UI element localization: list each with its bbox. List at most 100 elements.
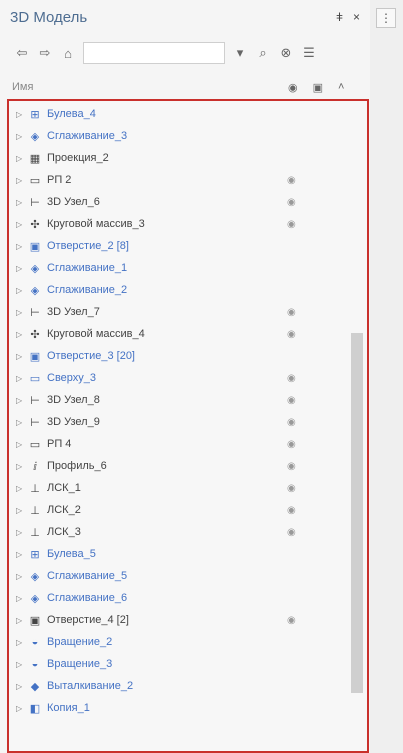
expand-caret-icon[interactable]: ▷ (16, 352, 26, 361)
tree-row[interactable]: ▷ ⊥ ЛСК_3 ◉ (9, 521, 349, 543)
expand-caret-icon[interactable]: ▷ (16, 638, 26, 647)
visibility-eye-icon[interactable]: ◉ (287, 329, 296, 340)
feature-icon: ◈ (30, 262, 40, 275)
tree-row[interactable]: ▷ ✣ Круговой массив_3 ◉ (9, 213, 349, 235)
tree-item-label: Проекция_2 (47, 152, 109, 164)
expand-caret-icon[interactable]: ▷ (16, 594, 26, 603)
tree-item-label: 3D Узел_6 (47, 196, 100, 208)
right-tool-strip: ⋮ (370, 0, 403, 753)
tree-item-label: ЛСК_2 (47, 504, 81, 516)
expand-caret-icon[interactable]: ▷ (16, 132, 26, 141)
tree-row[interactable]: ▷ ◈ Сглаживание_5 (9, 565, 349, 587)
expand-caret-icon[interactable]: ▷ (16, 682, 26, 691)
tree-row[interactable]: ▷ ◒ Вращение_2 (9, 631, 349, 653)
visibility-icon[interactable]: ◉ (288, 81, 298, 94)
expand-caret-icon[interactable]: ▷ (16, 374, 26, 383)
visibility-eye-icon[interactable]: ◉ (287, 527, 296, 538)
tree-row[interactable]: ▷ ◈ Сглаживание_2 (9, 279, 349, 301)
tree-row[interactable]: ▷ ⅈ Профиль_6 ◉ (9, 455, 349, 477)
visibility-eye-icon[interactable]: ◉ (287, 373, 296, 384)
visibility-eye-icon[interactable]: ◉ (287, 439, 296, 450)
visibility-eye-icon[interactable]: ◉ (287, 197, 296, 208)
feature-icon: ◈ (30, 284, 40, 297)
expand-caret-icon[interactable]: ▷ (16, 264, 26, 273)
tree-row[interactable]: ▷ ⊢ 3D Узел_6 ◉ (9, 191, 349, 213)
tree-row[interactable]: ▷ ▭ Сверху_3 ◉ (9, 367, 349, 389)
tree-row[interactable]: ▷ ✣ Круговой массив_4 ◉ (9, 323, 349, 345)
visibility-eye-icon[interactable]: ◉ (287, 417, 296, 428)
expand-caret-icon[interactable]: ▷ (16, 462, 26, 471)
expand-caret-icon[interactable]: ▷ (16, 418, 26, 427)
visibility-eye-icon[interactable]: ◉ (287, 505, 296, 516)
visibility-eye-icon[interactable]: ◉ (287, 219, 296, 230)
visibility-eye-icon[interactable]: ◉ (287, 175, 296, 186)
pin-button[interactable]: ǂ (336, 10, 343, 24)
visibility-eye-icon[interactable]: ◉ (287, 615, 296, 626)
tool-strip-icon[interactable]: ⋮ (376, 8, 396, 28)
close-button[interactable]: × (353, 10, 360, 24)
expand-caret-icon[interactable]: ▷ (16, 242, 26, 251)
expand-caret-icon[interactable]: ▷ (16, 660, 26, 669)
title-actions: ǂ × (336, 10, 360, 24)
expand-caret-icon[interactable]: ▷ (16, 330, 26, 339)
expand-caret-icon[interactable]: ▷ (16, 704, 26, 713)
tree-row[interactable]: ▷ ◧ Копия_1 (9, 697, 349, 719)
feature-icon: ▣ (29, 240, 41, 253)
tree-row[interactable]: ▷ ◆ Выталкивание_2 (9, 675, 349, 697)
back-icon[interactable]: ⇦ (14, 45, 30, 61)
model-panel: 3D Модель ǂ × ⇦ ⇨ ⌂ ▾ ⌕ ⊗ ☰ Имя ◉ ▣ ˄ ▲ … (0, 0, 371, 753)
tree-row[interactable]: ▷ ⊢ 3D Узел_8 ◉ (9, 389, 349, 411)
toolbar: ⇦ ⇨ ⌂ ▾ ⌕ ⊗ ☰ (0, 38, 370, 68)
expand-caret-icon[interactable]: ▷ (16, 176, 26, 185)
tree-item-label: Выталкивание_2 (47, 680, 134, 692)
tree-row[interactable]: ▷ ◒ Вращение_3 (9, 653, 349, 675)
expand-caret-icon[interactable]: ▷ (16, 440, 26, 449)
visibility-eye-icon[interactable]: ◉ (287, 395, 296, 406)
collapse-icon[interactable]: ˄ (338, 81, 344, 94)
expand-caret-icon[interactable]: ▷ (16, 396, 26, 405)
scroll-thumb[interactable] (351, 333, 363, 693)
tree-row[interactable]: ▷ ◈ Сглаживание_6 (9, 587, 349, 609)
search-input[interactable] (83, 42, 225, 64)
expand-caret-icon[interactable]: ▷ (16, 220, 26, 229)
layout-icon[interactable]: ▣ (313, 81, 323, 94)
tree-row[interactable]: ▷ ▣ Отверстие_2 [8] (9, 235, 349, 257)
expand-caret-icon[interactable]: ▷ (16, 286, 26, 295)
tree-row[interactable]: ▷ ⊢ 3D Узел_7 ◉ (9, 301, 349, 323)
tree-row[interactable]: ▷ ▭ РП 4 ◉ (9, 433, 349, 455)
expand-caret-icon[interactable]: ▷ (16, 550, 26, 559)
tree-row[interactable]: ▷ ▭ РП 2 ◉ (9, 169, 349, 191)
tree-row[interactable]: ▷ ⊞ Булева_4 (9, 103, 349, 125)
tree-row[interactable]: ▷ ⊢ 3D Узел_9 ◉ (9, 411, 349, 433)
visibility-eye-icon[interactable]: ◉ (287, 461, 296, 472)
expand-caret-icon[interactable]: ▷ (16, 506, 26, 515)
expand-caret-icon[interactable]: ▷ (16, 616, 26, 625)
expand-caret-icon[interactable]: ▷ (16, 198, 26, 207)
home-icon[interactable]: ⌂ (60, 45, 76, 61)
tree-row[interactable]: ▷ ⊞ Булева_5 (9, 543, 349, 565)
tree-row[interactable]: ▷ ⊥ ЛСК_1 ◉ (9, 477, 349, 499)
expand-caret-icon[interactable]: ▷ (16, 308, 26, 317)
filter-icon[interactable]: ⊗ (278, 45, 294, 61)
tree-row[interactable]: ▷ ▣ Отверстие_3 [20] (9, 345, 349, 367)
tree-row[interactable]: ▷ ▦ Проекция_2 (9, 147, 349, 169)
expand-caret-icon[interactable]: ▷ (16, 110, 26, 119)
tree-row[interactable]: ▷ ▣ Отверстие_4 [2] ◉ (9, 609, 349, 631)
tree-row[interactable]: ▷ ◈ Сглаживание_3 (9, 125, 349, 147)
list-icon[interactable]: ☰ (301, 45, 317, 61)
expand-caret-icon[interactable]: ▷ (16, 528, 26, 537)
tree-item-label: Отверстие_3 [20] (47, 350, 135, 362)
expand-caret-icon[interactable]: ▷ (16, 484, 26, 493)
tree-item-label: Сглаживание_6 (47, 592, 128, 604)
visibility-eye-icon[interactable]: ◉ (287, 483, 296, 494)
tree-item-label: Вращение_2 (47, 636, 113, 648)
search-icon[interactable]: ⌕ (255, 45, 271, 61)
tree-row[interactable]: ▷ ◈ Сглаживание_1 (9, 257, 349, 279)
visibility-eye-icon[interactable]: ◉ (287, 307, 296, 318)
tree-row[interactable]: ▷ ⊥ ЛСК_2 ◉ (9, 499, 349, 521)
search-dropdown-icon[interactable]: ▾ (232, 45, 248, 61)
expand-caret-icon[interactable]: ▷ (16, 572, 26, 581)
expand-caret-icon[interactable]: ▷ (16, 154, 26, 163)
forward-icon[interactable]: ⇨ (37, 45, 53, 61)
tree-scrollbar[interactable]: ▲ (349, 105, 365, 751)
